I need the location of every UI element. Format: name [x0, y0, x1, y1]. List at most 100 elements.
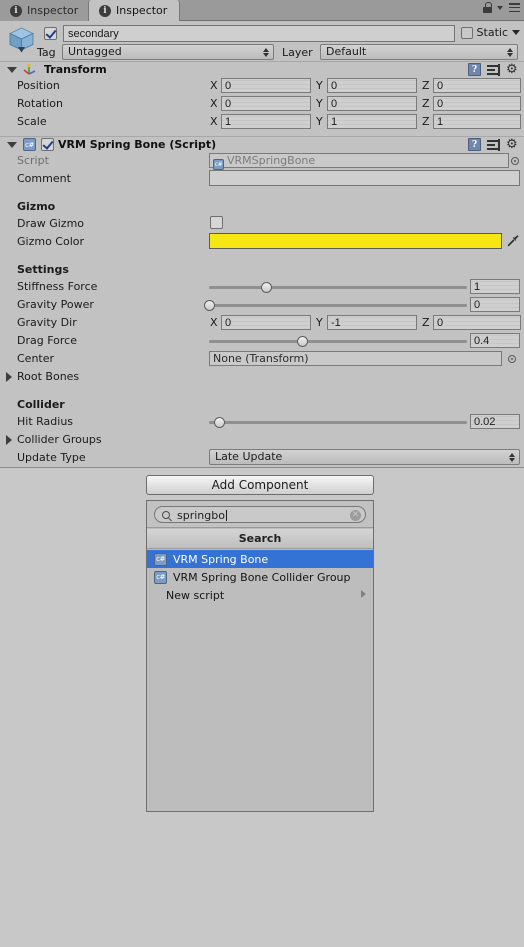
position-y-input[interactable]	[327, 78, 417, 93]
gravity-power-value-input[interactable]	[470, 297, 520, 312]
gear-icon[interactable]	[506, 63, 519, 76]
row-label: Hit Radius	[17, 415, 74, 428]
gizmo-color-swatch[interactable]	[209, 233, 502, 249]
scale-x-input[interactable]	[221, 114, 311, 129]
row-label: Root Bones	[17, 370, 80, 383]
position-x-input[interactable]	[221, 78, 311, 93]
search-input[interactable]: springbo ✕	[154, 506, 366, 523]
result-label: VRM Spring Bone Collider Group	[173, 570, 351, 584]
result-row-vrm-spring-bone-collider-group[interactable]: c# VRM Spring Bone Collider Group	[147, 568, 373, 586]
tab-inspector-2[interactable]: i Inspector	[88, 0, 181, 21]
clear-icon[interactable]: ✕	[350, 510, 361, 521]
component-title: Transform	[44, 63, 107, 76]
row-draw-gizmo: Draw Gizmo	[0, 215, 524, 233]
add-component-button[interactable]: Add Component	[146, 475, 374, 495]
hit-radius-value-input[interactable]	[470, 414, 520, 429]
object-picker-icon[interactable]	[511, 157, 519, 165]
updown-arrows-icon	[263, 48, 270, 57]
lock-icon[interactable]	[483, 2, 492, 13]
help-icon[interactable]: ?	[468, 63, 481, 76]
result-row-vrm-spring-bone[interactable]: c# VRM Spring Bone	[147, 550, 373, 568]
tab-label: Inspector	[27, 4, 79, 17]
stiffness-value-input[interactable]	[470, 279, 520, 294]
row-root-bones[interactable]: Root Bones	[0, 368, 524, 386]
preset-icon[interactable]	[487, 63, 500, 76]
scale-y-input[interactable]	[327, 114, 417, 129]
center-object-field[interactable]: None (Transform)	[209, 351, 502, 366]
tag-dropdown[interactable]: Untagged	[62, 44, 274, 60]
row-label: Center	[17, 352, 55, 365]
stiffness-slider[interactable]	[209, 282, 467, 293]
hit-radius-slider[interactable]	[209, 417, 467, 428]
tab-inspector-1[interactable]: i Inspector	[0, 0, 91, 21]
foldout-arrow-icon[interactable]	[7, 141, 17, 148]
update-type-value: Late Update	[215, 450, 283, 463]
row-label: Stiffness Force	[17, 280, 98, 293]
gameobject-enabled-checkbox[interactable]	[44, 27, 57, 43]
row-gravity-power: Gravity Power	[0, 296, 524, 314]
gravity-power-slider[interactable]	[204, 300, 467, 311]
object-picker-icon[interactable]	[508, 355, 516, 363]
row-collider-groups[interactable]: Collider Groups	[0, 431, 524, 449]
row-gizmo-color: Gizmo Color	[0, 233, 524, 253]
add-component-dropdown-panel: springbo ✕ Search c# VRM Spring Bone c# …	[146, 500, 374, 812]
component-enabled-checkbox[interactable]	[41, 138, 54, 151]
row-comment: Comment	[0, 170, 524, 188]
search-value: springbo	[177, 509, 225, 522]
help-icon[interactable]: ?	[468, 138, 481, 151]
info-icon: i	[10, 4, 22, 17]
row-script: Script c# VRMSpringBone	[0, 152, 524, 170]
tag-layer-row: Tag Untagged Layer Default	[0, 44, 524, 61]
drag-force-slider[interactable]	[209, 336, 467, 347]
scale-z-input[interactable]	[433, 114, 521, 129]
row-label: Scale	[17, 115, 47, 128]
static-toggle-group[interactable]: Static	[460, 26, 520, 39]
chevron-down-icon[interactable]	[512, 30, 520, 35]
tab-bar: i Inspector i Inspector	[0, 0, 524, 21]
springbone-component-header[interactable]: c# VRM Spring Bone (Script) ?	[0, 136, 524, 152]
rotation-x-input[interactable]	[221, 96, 311, 111]
slider-knob[interactable]	[214, 417, 226, 428]
foldout-arrow-icon[interactable]	[7, 66, 17, 73]
text-caret	[225, 510, 227, 521]
updown-arrows-icon	[507, 48, 514, 57]
preset-icon[interactable]	[487, 138, 500, 151]
result-label: VRM Spring Bone	[173, 552, 269, 566]
component-header-icons: ?	[468, 63, 519, 76]
foldout-arrow-icon[interactable]	[6, 372, 12, 382]
foldout-arrow-icon[interactable]	[6, 435, 12, 445]
transform-component-header[interactable]: Transform ?	[0, 61, 524, 77]
row-label: Position	[17, 79, 60, 92]
slider-knob[interactable]	[260, 282, 272, 293]
hamburger-menu-icon[interactable]	[509, 3, 520, 12]
gameobject-name-input[interactable]	[63, 25, 455, 42]
gravity-dir-z-input[interactable]	[433, 315, 521, 330]
transform-row-scale: Scale X Y Z	[0, 113, 524, 131]
gravity-dir-y-input[interactable]	[327, 315, 417, 330]
result-row-new-script[interactable]: New script	[147, 586, 373, 604]
rotation-z-input[interactable]	[433, 96, 521, 111]
update-type-dropdown[interactable]: Late Update	[209, 449, 520, 465]
row-label: Gizmo Color	[17, 235, 85, 248]
eyedropper-icon[interactable]	[506, 233, 520, 249]
script-object-field[interactable]: c# VRMSpringBone	[209, 153, 509, 170]
rotation-y-input[interactable]	[327, 96, 417, 111]
row-hit-radius: Hit Radius	[0, 413, 524, 431]
position-z-input[interactable]	[433, 78, 521, 93]
slider-knob[interactable]	[204, 300, 215, 311]
gravity-dir-x-input[interactable]	[221, 315, 311, 330]
static-checkbox[interactable]	[460, 26, 473, 39]
component-title: VRM Spring Bone (Script)	[58, 138, 217, 151]
inspector-body: Static Tag Untagged Layer Default	[0, 21, 524, 468]
chevron-down-icon[interactable]	[497, 5, 503, 10]
drag-force-value-input[interactable]	[470, 333, 520, 348]
updown-arrows-icon	[509, 453, 516, 462]
slider-knob[interactable]	[296, 336, 308, 347]
layer-dropdown[interactable]: Default	[320, 44, 518, 60]
axis-label-x: X	[210, 79, 218, 92]
csharp-script-icon: c#	[154, 570, 167, 584]
comment-input[interactable]	[209, 170, 520, 186]
gear-icon[interactable]	[506, 138, 519, 151]
row-label: Comment	[17, 172, 71, 185]
draw-gizmo-checkbox[interactable]	[210, 216, 223, 229]
